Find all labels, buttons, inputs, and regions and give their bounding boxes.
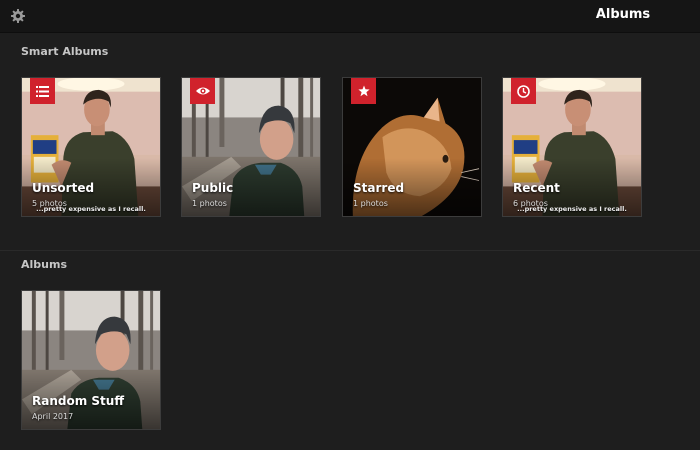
photo-caption: ...pretty expensive as I recall. bbox=[36, 205, 146, 213]
album-name: Starred bbox=[353, 181, 405, 195]
section-divider bbox=[0, 250, 700, 251]
album-tile-unsorted[interactable]: Unsorted 5 photos ...pretty expensive as… bbox=[21, 77, 161, 217]
smart-albums-heading: Smart Albums bbox=[21, 45, 109, 58]
album-count: 1 photos bbox=[353, 199, 388, 208]
list-icon bbox=[30, 78, 55, 104]
album-tile-public[interactable]: Public 1 photos bbox=[181, 77, 321, 217]
album-count: 1 photos bbox=[192, 199, 227, 208]
album-tile-random-stuff[interactable]: Random Stuff April 2017 bbox=[21, 290, 161, 430]
clock-icon bbox=[511, 78, 536, 104]
page-title: Albums bbox=[595, 7, 651, 22]
album-name: Public bbox=[192, 181, 234, 195]
photo-caption: ...pretty expensive as I recall. bbox=[517, 205, 627, 213]
album-tile-recent[interactable]: Recent 6 photos ...pretty expensive as I… bbox=[502, 77, 642, 217]
albums-heading: Albums bbox=[21, 258, 67, 271]
album-date: April 2017 bbox=[32, 412, 74, 421]
album-name: Unsorted bbox=[32, 181, 95, 195]
album-name: Recent bbox=[513, 181, 560, 195]
gear-icon[interactable] bbox=[10, 8, 26, 24]
top-bar: Albums bbox=[0, 0, 700, 33]
eye-icon bbox=[190, 78, 215, 104]
album-name: Random Stuff bbox=[32, 394, 125, 408]
star-icon bbox=[351, 78, 376, 104]
album-tile-starred[interactable]: Starred 1 photos bbox=[342, 77, 482, 217]
